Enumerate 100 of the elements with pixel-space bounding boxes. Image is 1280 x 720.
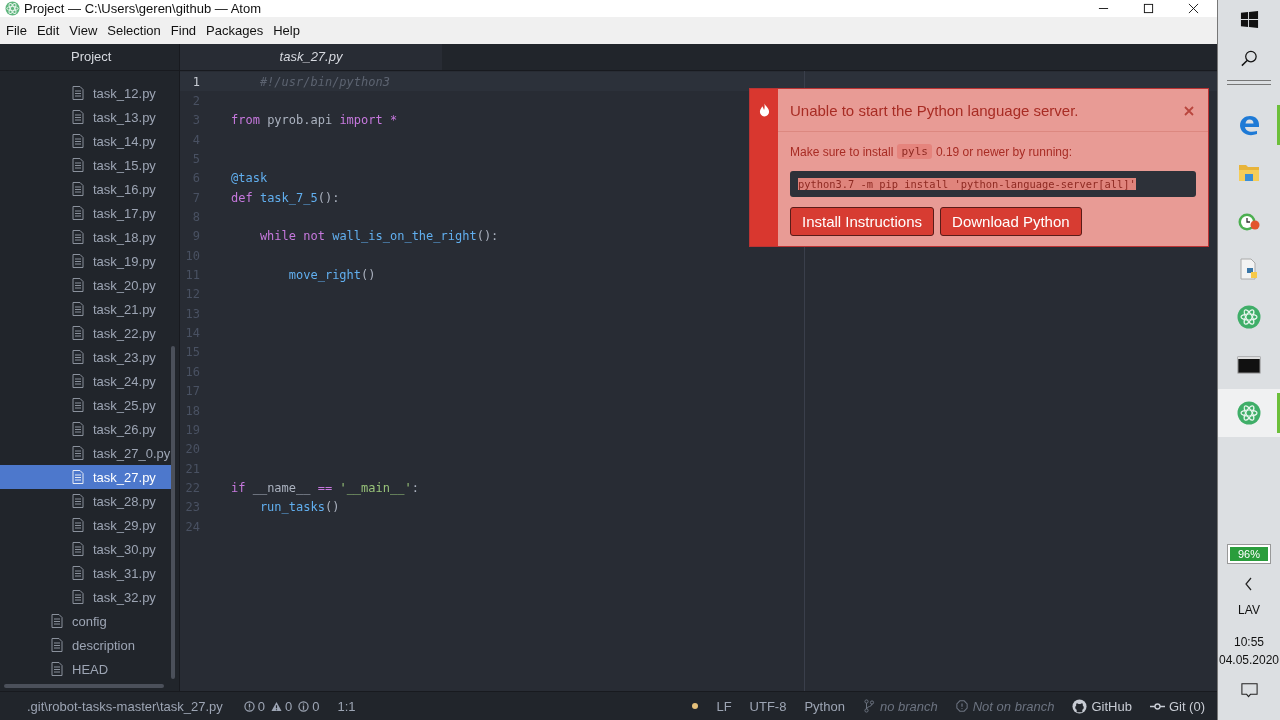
- menu-item[interactable]: Edit: [36, 23, 60, 38]
- tree-entry[interactable]: task_24.py: [0, 369, 179, 393]
- code-token: def: [231, 190, 254, 205]
- chevron-left-icon[interactable]: [1244, 577, 1254, 591]
- input-language[interactable]: LAV: [1238, 603, 1260, 617]
- warning-count: 0: [285, 698, 293, 714]
- tree-entry[interactable]: task_27.py: [0, 465, 171, 489]
- tree-entry[interactable]: task_31.py: [0, 561, 179, 585]
- file-icon: [72, 86, 84, 100]
- file-icon: [72, 422, 84, 436]
- encoding[interactable]: UTF-8: [749, 698, 787, 714]
- code-token: import *: [339, 113, 398, 128]
- file-icon: [72, 206, 84, 220]
- file-icon: [72, 374, 84, 388]
- notification-title: Unable to start the Python language server.: [790, 102, 1079, 119]
- tree-entry[interactable]: task_13.py: [0, 105, 179, 129]
- tree-entry[interactable]: task_20.py: [0, 273, 179, 297]
- file-icon: [72, 326, 84, 340]
- octocat-icon: [1072, 698, 1088, 714]
- code-token: wall_is_on_the_right: [332, 229, 477, 244]
- tree-entry[interactable]: task_30.py: [0, 537, 179, 561]
- line-ending[interactable]: LF: [716, 698, 732, 714]
- code-token: run_tasks: [258, 500, 325, 515]
- tree-entry[interactable]: config: [0, 609, 179, 633]
- menu-item[interactable]: Help: [273, 23, 300, 38]
- file-icon: [72, 590, 84, 604]
- notifications-icon[interactable]: [1239, 681, 1259, 700]
- tree-entry[interactable]: task_16.py: [0, 177, 179, 201]
- tree-entry[interactable]: task_28.py: [0, 489, 179, 513]
- message-text: 0.19 or newer by running:: [935, 144, 1072, 159]
- menu-item[interactable]: View: [69, 23, 98, 38]
- menu-item[interactable]: Packages: [206, 23, 264, 38]
- file-icon: [72, 350, 84, 364]
- file-icon: [72, 158, 84, 172]
- code-token: (): [361, 268, 376, 283]
- code-token: __name__: [252, 480, 312, 495]
- file-path[interactable]: .git\robot-tasks-master\task_27.py: [27, 698, 223, 714]
- tree-entry[interactable]: task_32.py: [0, 585, 179, 609]
- grammar[interactable]: Python: [804, 698, 845, 714]
- search-icon[interactable]: [1239, 49, 1259, 68]
- message-text: Make sure to install: [790, 144, 894, 159]
- file-icon: [72, 182, 84, 196]
- tree-entry[interactable]: task_25.py: [0, 393, 179, 417]
- code-token: while not: [258, 229, 326, 244]
- tree-entry[interactable]: task_29.py: [0, 513, 179, 537]
- git-button[interactable]: Git (0): [1168, 698, 1205, 714]
- file-icon: [72, 470, 84, 484]
- scrollbar[interactable]: [4, 684, 164, 688]
- tree-entry[interactable]: task_19.py: [0, 249, 179, 273]
- panel-title: Project: [0, 44, 179, 71]
- tree-entry[interactable]: task_17.py: [0, 201, 179, 225]
- info-count: 0: [312, 698, 320, 714]
- alert-icon: [955, 699, 968, 713]
- file-icon: [72, 134, 84, 148]
- battery-indicator[interactable]: 96%: [1228, 545, 1270, 563]
- cursor-position[interactable]: 1:1: [337, 698, 356, 714]
- close-icon[interactable]: [1188, 3, 1199, 14]
- clock-date[interactable]: 04.05.2020: [1218, 653, 1280, 667]
- flame-icon: [758, 103, 770, 117]
- menu-item[interactable]: Find: [170, 23, 197, 38]
- clock-time[interactable]: 10:55: [1234, 635, 1264, 649]
- file-icon: [72, 254, 84, 268]
- tree-entry[interactable]: task_21.py: [0, 297, 179, 321]
- tree-entry[interactable]: task_12.py: [0, 81, 179, 105]
- tree-entry[interactable]: HEAD: [0, 657, 179, 681]
- menu-item[interactable]: File: [6, 23, 27, 38]
- tree-entry[interactable]: task_22.py: [0, 321, 179, 345]
- tree-entry[interactable]: task_18.py: [0, 225, 179, 249]
- atom-icon: [1237, 401, 1261, 425]
- notification-button[interactable]: Install Instructions: [790, 207, 935, 236]
- code-token: task_7_5: [259, 190, 318, 205]
- tree-entry[interactable]: task_14.py: [0, 129, 179, 153]
- code-token: if: [231, 480, 247, 495]
- tree-entry[interactable]: task_23.py: [0, 345, 179, 369]
- tree-entry[interactable]: task_15.py: [0, 153, 179, 177]
- code-token: from: [231, 113, 260, 128]
- editor-tab[interactable]: task_27.py: [180, 44, 442, 70]
- scrollbar[interactable]: [171, 346, 175, 679]
- branch-name[interactable]: no branch: [879, 698, 938, 714]
- file-icon: [72, 398, 84, 412]
- error-count: 0: [257, 698, 266, 714]
- maximize-icon[interactable]: [1143, 3, 1154, 14]
- windows-start-icon[interactable]: [1239, 10, 1259, 29]
- inline-code: pyls: [897, 144, 932, 159]
- line-number: 1: [191, 74, 201, 89]
- tree-entry[interactable]: description: [0, 633, 179, 657]
- tree-entry[interactable]: task_27_0.py: [0, 441, 179, 465]
- file-icon: [72, 566, 84, 580]
- notification-button[interactable]: Download Python: [940, 207, 1082, 236]
- file-icon: [51, 614, 63, 628]
- file-icon: [72, 302, 84, 316]
- github-button[interactable]: GitHub: [1091, 698, 1132, 714]
- code-token: ():: [317, 190, 340, 205]
- branch-status[interactable]: Not on branch: [972, 698, 1055, 714]
- tree-entry[interactable]: task_26.py: [0, 417, 179, 441]
- file-icon: [72, 518, 84, 532]
- warning-icon: [271, 700, 283, 712]
- file-icon: [72, 542, 84, 556]
- menu-item[interactable]: Selection: [107, 23, 161, 38]
- code-token: @task: [231, 171, 268, 186]
